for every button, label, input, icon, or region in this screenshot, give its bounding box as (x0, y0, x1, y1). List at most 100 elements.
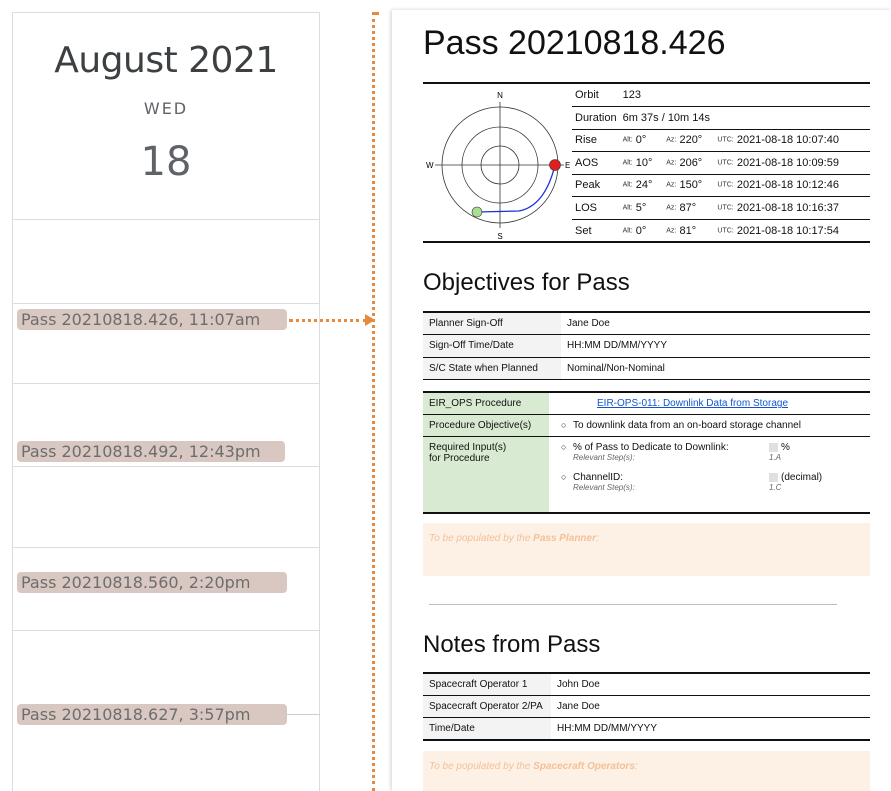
input-label: ChannelID: (573, 472, 624, 483)
table-row: Spacecraft Operator 1 John Doe (423, 671, 870, 696)
weekday-label: WED (143, 99, 189, 118)
procedure-link[interactable]: EIR-OPS-011: Downlink Data from Storage (597, 398, 788, 409)
hour-divider (13, 630, 319, 631)
day-number[interactable]: 18 (13, 139, 319, 185)
hour-divider (13, 547, 319, 548)
note-suffix: : (634, 761, 638, 772)
event-name: Set (575, 224, 592, 237)
polar-plot: N S E W (426, 91, 570, 241)
row-value[interactable]: HH:MM DD/MM/YYYY (551, 717, 870, 741)
event-row: AOS Alt: 10° Az: 206° UTC: 2021-08-18 10… (572, 151, 870, 175)
az-label: Az: (666, 136, 677, 144)
note-emphasis: Spacecraft Operators (533, 761, 635, 772)
table-row: Spacecraft Operator 2/PA Jane Doe (423, 695, 870, 718)
duration-row: Duration 6m 37s / 10m 14s (572, 106, 870, 130)
document-title: Pass 20210818.426 (423, 24, 726, 62)
event-alt: 0° (635, 224, 647, 237)
procedure-table: EIR_OPS Procedure EIR-OPS-011: Downlink … (423, 391, 870, 514)
event-name: LOS (572, 196, 620, 220)
input-item: ○ % of Pass to Dedicate to Downlink: Rel… (555, 442, 864, 462)
relevant-step: 1.C (769, 483, 782, 492)
row-value[interactable]: HH:MM DD/MM/YYYY (561, 334, 870, 358)
orbit-summary: N S E W Orbit 123 Duration 6m 37s / 10m … (423, 82, 870, 243)
alt-label: Alt: (622, 181, 633, 189)
orbit-value: 123 (619, 84, 870, 107)
row-value[interactable]: Jane Doe (551, 695, 870, 718)
relevant-steps-label: Relevant Step(s): (573, 483, 635, 492)
section-divider (429, 603, 837, 605)
row-value[interactable]: John Doe (551, 671, 870, 696)
event-name: AOS (572, 151, 620, 175)
objectives-heading: Objectives for Pass (423, 269, 630, 296)
row-value[interactable]: Jane Doe (561, 311, 870, 335)
relevant-step: 1.A (769, 453, 782, 462)
operators-note-box[interactable]: To be populated by the Spacecraft Operat… (423, 751, 870, 791)
procedure-key: EIR_OPS Procedure (423, 391, 549, 415)
input-label: % of Pass to Dedicate to Downlink: (573, 442, 729, 453)
planner-note-box[interactable]: To be populated by the Pass Planner: (423, 522, 870, 576)
az-label: Az: (666, 227, 677, 235)
az-label: Az: (666, 181, 677, 189)
connector-vertical-dotted-line (372, 12, 375, 791)
row-key: Planner Sign-Off (423, 311, 561, 335)
orbit-table: Orbit 123 Duration 6m 37s / 10m 14s Rise… (572, 84, 870, 242)
alt-label: Alt: (622, 227, 633, 235)
event-az: 220° (679, 134, 703, 147)
hour-divider (13, 466, 319, 467)
calendar-event-pass-627[interactable]: Pass 20210818.627, 3:57pm (17, 704, 287, 725)
event-alt: 0° (635, 134, 647, 147)
event-name: Rise (572, 129, 620, 152)
pass-document: Pass 20210818.426 N S E W Orbit 123 Dura… (392, 10, 891, 791)
alt-label: Alt: (622, 136, 633, 144)
event-extension-line (287, 714, 320, 715)
event-row: Set Alt: 0° Az: 81° UTC: 2021-08-18 10:1… (572, 219, 870, 242)
note-emphasis: Pass Planner (533, 532, 596, 544)
table-row: Planner Sign-Off Jane Doe (423, 311, 870, 335)
event-row: LOS Alt: 5° Az: 87° UTC: 2021-08-18 10:1… (572, 196, 870, 220)
objectives-table: Planner Sign-Off Jane Doe Sign-Off Time/… (423, 311, 870, 380)
row-value[interactable]: Nominal/Non-Nominal (561, 357, 870, 380)
polar-pass-track (476, 164, 556, 213)
procedure-objective-row: Procedure Objective(s) ○ To downlink data… (423, 414, 870, 437)
utc-label: UTC: (717, 136, 734, 144)
polar-label-s: S (497, 232, 502, 241)
event-az: 206° (679, 156, 703, 169)
hour-divider (13, 383, 319, 384)
alt-label: Alt: (622, 159, 633, 167)
event-alt: 5° (635, 201, 647, 214)
polar-label-e: E (565, 161, 570, 170)
inputs-key-line1: Required Input(s) (429, 442, 507, 453)
input-checkbox[interactable] (769, 442, 778, 452)
connector-dotted-line (289, 319, 367, 322)
inputs-key-line2: for Procedure (429, 453, 490, 464)
connector-corner (372, 12, 379, 15)
procedure-inputs-row: Required Input(s) for Procedure ○ % of P… (423, 436, 870, 514)
relevant-steps-label: Relevant Step(s): (573, 453, 635, 462)
polar-rise-marker (549, 159, 561, 171)
input-checkbox[interactable] (769, 472, 778, 482)
row-key: Sign-Off Time/Date (423, 334, 561, 358)
event-name: Peak (572, 174, 620, 197)
event-utc: 2021-08-18 10:17:54 (736, 224, 839, 237)
note-prefix: To be populated by the (429, 761, 534, 772)
bullet-icon: ○ (561, 472, 567, 482)
event-az: 150° (679, 179, 703, 192)
note-suffix: : (595, 532, 599, 544)
event-utc: 2021-08-18 10:07:40 (736, 134, 839, 147)
calendar-event-pass-492[interactable]: Pass 20210818.492, 12:43pm (17, 441, 285, 462)
calendar-day-header: August 2021 WED 18 (13, 13, 319, 220)
calendar-event-pass-426[interactable]: Pass 20210818.426, 11:07am (17, 309, 287, 330)
utc-label: UTC: (717, 181, 734, 189)
hour-divider (13, 303, 319, 304)
input-unit: % (781, 442, 790, 453)
calendar-day-column: August 2021 WED 18 (12, 12, 320, 791)
alt-label: Alt: (622, 204, 633, 212)
row-key: Time/Date (423, 717, 551, 741)
table-row: Sign-Off Time/Date HH:MM DD/MM/YYYY (423, 334, 870, 358)
polar-label-w: W (426, 161, 434, 170)
event-az: 81° (679, 224, 697, 237)
notes-heading: Notes from Pass (423, 630, 601, 658)
utc-label: UTC: (717, 159, 734, 167)
row-key: S/C State when Planned (423, 357, 561, 380)
calendar-event-pass-560[interactable]: Pass 20210818.560, 2:20pm (17, 572, 287, 593)
